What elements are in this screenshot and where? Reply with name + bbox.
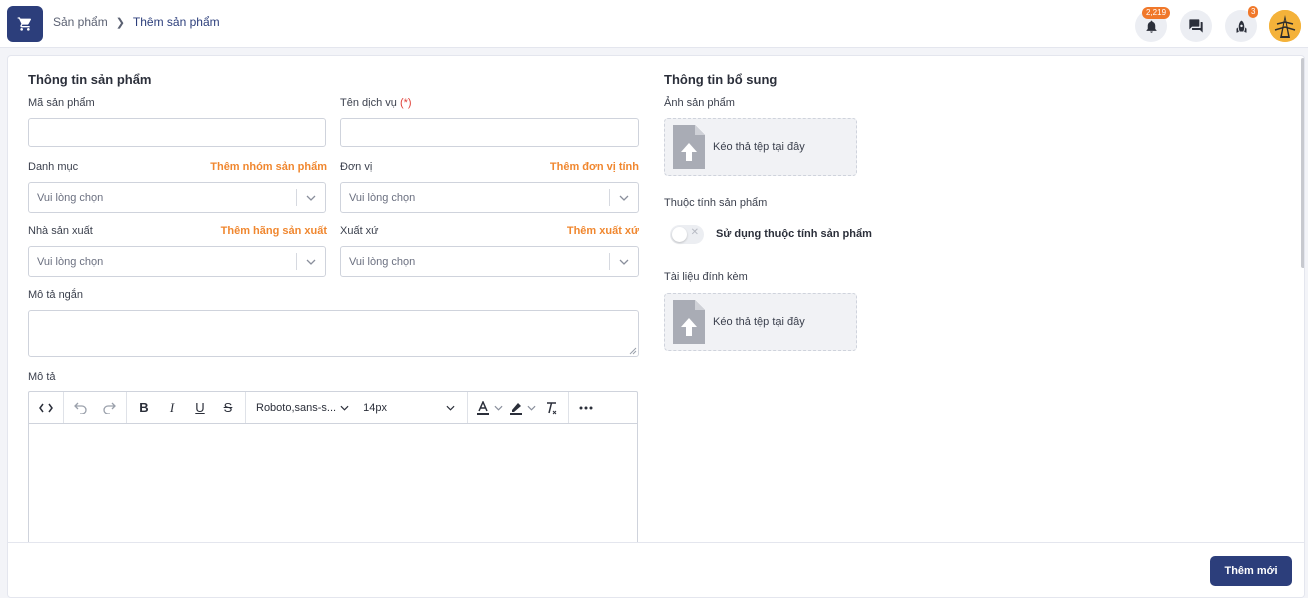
- form-card: Thông tin sản phẩm Mã sản phẩm Tên dịch …: [7, 55, 1305, 598]
- add-category-link[interactable]: Thêm nhóm sản phẩm: [176, 161, 327, 173]
- chevron-down-icon: [610, 259, 638, 265]
- file-upload-icon: [673, 125, 705, 169]
- resize-handle-icon[interactable]: [629, 347, 637, 355]
- manufacturer-placeholder: Vui lòng chọn: [37, 255, 104, 268]
- text-color-icon: [477, 400, 490, 415]
- chevron-down-icon: [297, 259, 325, 265]
- origin-select[interactable]: Vui lòng chọn: [340, 246, 639, 277]
- undo-icon[interactable]: [68, 395, 94, 421]
- bold-icon[interactable]: B: [131, 395, 157, 421]
- toolbar-group-color: [468, 392, 570, 423]
- unit-select[interactable]: Vui lòng chọn: [340, 182, 639, 213]
- category-placeholder: Vui lòng chọn: [37, 191, 104, 204]
- toolbar-group-font: Roboto,sans-s... 14px: [246, 392, 469, 423]
- attributes-toggle[interactable]: ✕: [670, 225, 704, 244]
- bell-icon: [1146, 20, 1156, 33]
- toolbar-group-history: [64, 392, 127, 423]
- cart-logo-button[interactable]: [7, 6, 43, 42]
- manufacturer-label: Nhà sản xuất: [28, 225, 93, 237]
- more-icon[interactable]: [573, 395, 599, 421]
- chevron-down-icon: [494, 405, 503, 411]
- chat-icon: [1189, 19, 1203, 33]
- text-color-button[interactable]: [476, 400, 503, 415]
- breadcrumb-products-link[interactable]: Sản phẩm: [53, 15, 108, 29]
- dropzone-text: Kéo thả tệp tại đây: [713, 141, 805, 153]
- attributes-toggle-label: Sử dụng thuộc tính sản phẩm: [716, 228, 872, 240]
- italic-icon[interactable]: I: [159, 395, 185, 421]
- redo-icon[interactable]: [96, 395, 122, 421]
- toolbar-group-more: [569, 392, 603, 423]
- toggle-knob: [672, 227, 687, 242]
- chevron-down-icon: [297, 195, 325, 201]
- clear-format-icon[interactable]: [542, 395, 560, 421]
- file-upload-icon: [673, 300, 705, 344]
- breadcrumb: Sản phẩm ❯ Thêm sản phẩm: [53, 15, 220, 29]
- product-code-label: Mã sản phẩm: [28, 97, 95, 109]
- origin-placeholder: Vui lòng chọn: [349, 255, 416, 268]
- unit-label: Đơn vị: [340, 161, 373, 173]
- chat-button[interactable]: [1180, 10, 1212, 42]
- attachments-dropzone[interactable]: Kéo thả tệp tại đây: [664, 293, 857, 351]
- launch-badge: 3: [1248, 6, 1259, 18]
- submit-button[interactable]: Thêm mới: [1210, 556, 1292, 586]
- highlight-color-button[interactable]: [509, 401, 536, 415]
- form-footer: Thêm mới: [8, 542, 1304, 597]
- add-origin-link[interactable]: Thêm xuất xứ: [488, 225, 639, 237]
- chevron-down-icon: [446, 405, 455, 411]
- service-name-input[interactable]: [340, 118, 639, 147]
- chevron-right-icon: ❯: [115, 16, 125, 29]
- service-name-label-text: Tên dịch vụ: [340, 97, 397, 109]
- product-code-input[interactable]: [28, 118, 326, 147]
- manufacturer-select[interactable]: Vui lòng chọn: [28, 246, 326, 277]
- toolbar-group-code: [29, 392, 64, 423]
- add-manufacturer-link[interactable]: Thêm hãng sản xuất: [176, 225, 327, 237]
- attributes-label: Thuộc tính sản phẩm: [664, 197, 768, 209]
- category-label: Danh mục: [28, 161, 79, 173]
- unit-placeholder: Vui lòng chọn: [349, 191, 416, 204]
- top-bar: Sản phẩm ❯ Thêm sản phẩm 2,219 3: [0, 0, 1308, 48]
- rocket-icon: [1236, 20, 1246, 33]
- underline-icon[interactable]: U: [187, 395, 213, 421]
- chevron-down-icon: [340, 405, 349, 411]
- product-image-label: Ảnh sản phẩm: [664, 97, 735, 109]
- product-image-dropzone[interactable]: Kéo thả tệp tại đây: [664, 118, 857, 176]
- chevron-down-icon: [527, 405, 536, 411]
- font-size-value: 14px: [363, 401, 387, 414]
- origin-label: Xuất xứ: [340, 225, 379, 237]
- required-mark: (*): [399, 97, 412, 109]
- description-label: Mô tả: [28, 371, 56, 383]
- avatar[interactable]: [1269, 10, 1301, 42]
- scrollbar[interactable]: [1301, 58, 1304, 268]
- highlighter-icon: [510, 402, 523, 415]
- strikethrough-icon[interactable]: S: [215, 395, 241, 421]
- avatar-image: [1269, 10, 1301, 42]
- chevron-down-icon: [610, 195, 638, 201]
- add-unit-link[interactable]: Thêm đơn vị tính: [488, 161, 639, 173]
- service-name-label: Tên dịch vụ (*): [340, 97, 412, 109]
- product-info-title: Thông tin sản phẩm: [28, 72, 152, 87]
- notifications-badge: 2,219: [1142, 7, 1171, 19]
- category-select[interactable]: Vui lòng chọn: [28, 182, 326, 213]
- code-view-icon[interactable]: [33, 395, 59, 421]
- dropzone-text: Kéo thả tệp tại đây: [713, 316, 805, 328]
- font-family-select[interactable]: Roboto,sans-s...: [250, 395, 355, 421]
- editor-toolbar: B I U S Roboto,sans-s... 14px: [29, 392, 637, 424]
- breadcrumb-current: Thêm sản phẩm: [132, 15, 220, 29]
- short-description-textarea[interactable]: [28, 310, 639, 357]
- extra-info-title: Thông tin bổ sung: [664, 72, 778, 87]
- font-family-value: Roboto,sans-s...: [256, 401, 337, 414]
- close-icon: ✕: [690, 227, 699, 238]
- attachments-label: Tài liệu đính kèm: [664, 271, 748, 283]
- short-description-label: Mô tả ngắn: [28, 289, 84, 301]
- cart-icon: [17, 17, 32, 31]
- toolbar-group-format: B I U S: [127, 392, 246, 423]
- font-size-select[interactable]: 14px: [357, 395, 461, 421]
